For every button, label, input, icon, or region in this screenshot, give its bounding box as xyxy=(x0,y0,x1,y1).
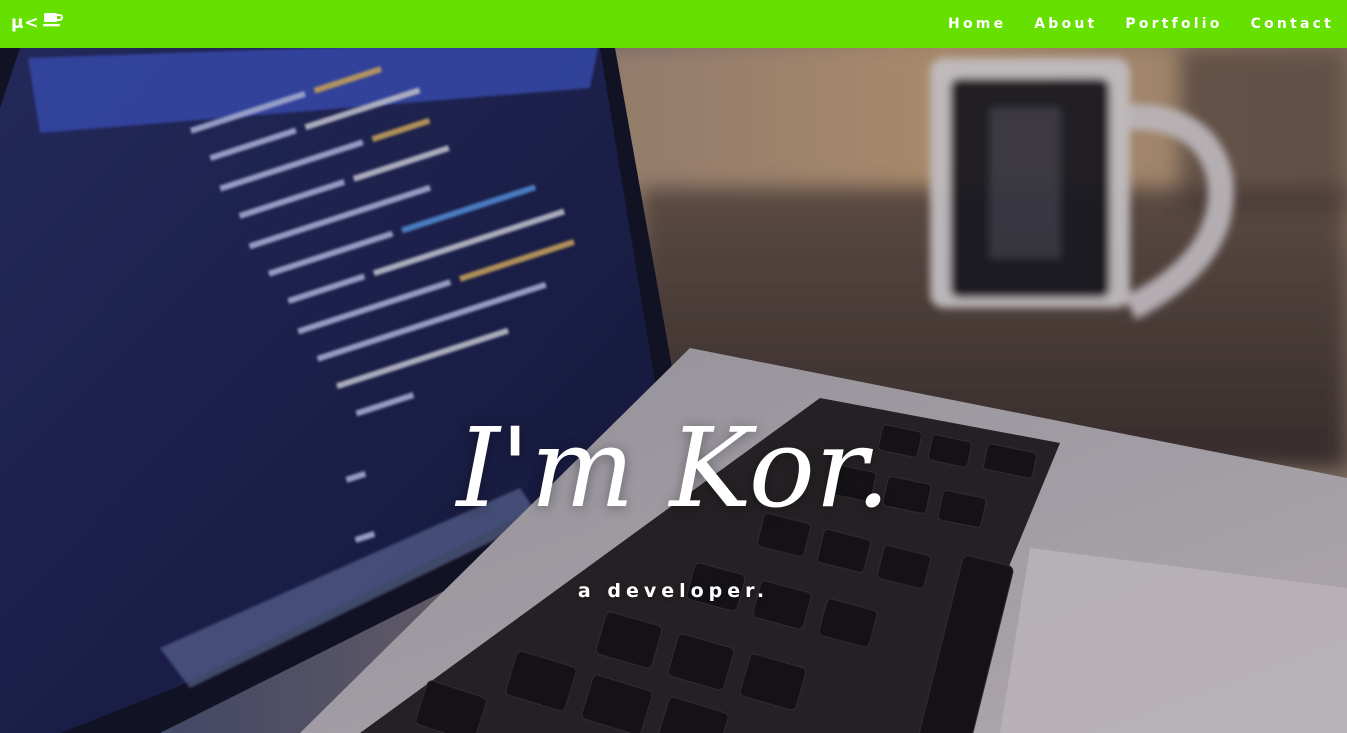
hero-section: I'm Kor. a developer. xyxy=(0,48,1347,733)
nav-links: Home About Portfolio Contact xyxy=(920,0,1334,48)
nav-item-home[interactable]: Home xyxy=(948,16,1006,32)
coffee-cup-icon xyxy=(42,11,63,34)
brand-text: μ< xyxy=(11,13,40,33)
nav-item-about[interactable]: About xyxy=(1034,16,1097,32)
navbar: μ< Home About Portfolio Contact xyxy=(0,0,1347,48)
nav-item-portfolio[interactable]: Portfolio xyxy=(1125,16,1222,32)
page: I'm Kor. a developer. μ< Home About Port… xyxy=(0,0,1347,733)
brand-logo[interactable]: μ< xyxy=(11,10,63,36)
hero-overlay xyxy=(0,48,1347,733)
hero-title: I'm Kor. xyxy=(456,404,891,532)
hero-subtitle: a developer. xyxy=(577,580,770,602)
nav-item-contact[interactable]: Contact xyxy=(1251,16,1334,32)
